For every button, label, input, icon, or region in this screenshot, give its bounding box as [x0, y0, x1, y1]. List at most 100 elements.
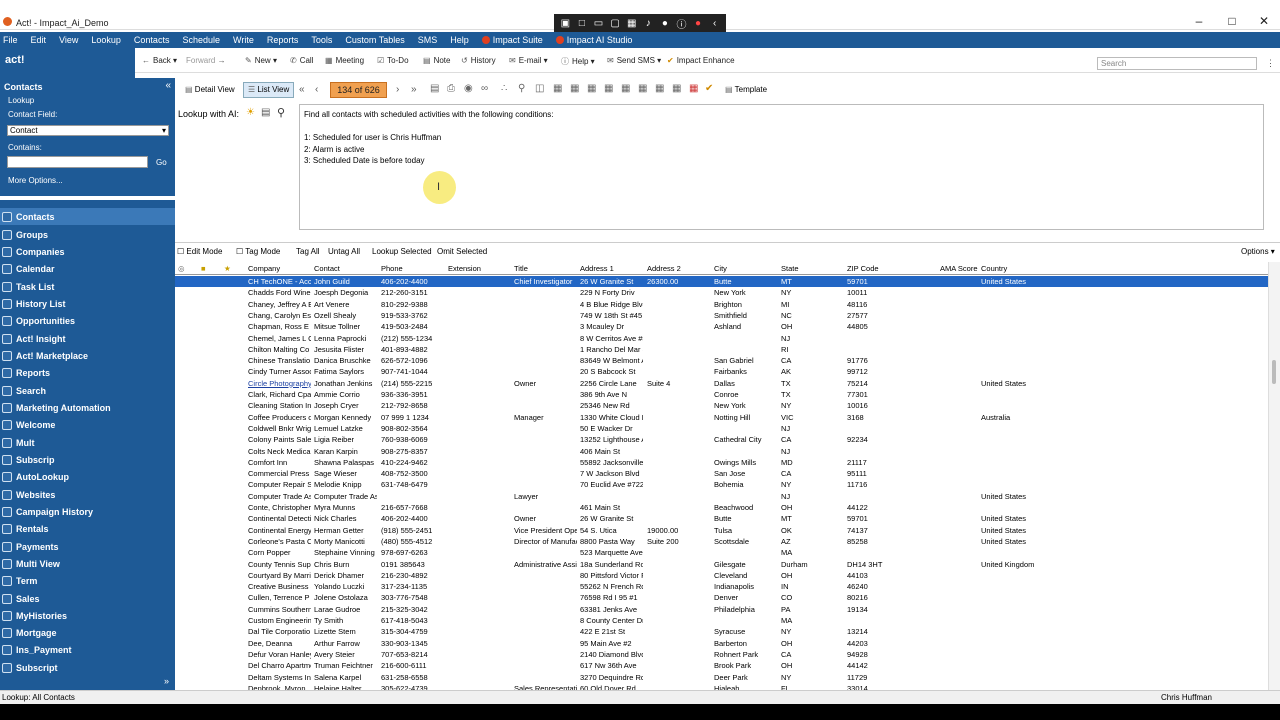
omit-selected-button[interactable]: Omit Selected	[437, 247, 487, 256]
lookup-selected-button[interactable]: Lookup Selected	[372, 247, 432, 256]
table-row[interactable]: Cindy Turner Assoc Fatima Saylors 907-741-…	[175, 366, 1268, 377]
sidebar-item-opportunities[interactable]: Opportunities	[0, 312, 175, 329]
sidebar-item-mortgage[interactable]: Mortgage	[0, 624, 175, 641]
info-icon[interactable]: ⓘ	[674, 16, 689, 31]
table-row[interactable]: Continental Energy Herman Getter (918) 555…	[175, 525, 1268, 536]
collapse-panel-icon[interactable]: «	[165, 80, 171, 91]
maximize-icon[interactable]: □	[1217, 14, 1247, 28]
table-row[interactable]: Clark, Richard Cpa Ammie Corrio 936-336-39…	[175, 389, 1268, 400]
note-button[interactable]: ▤ Note	[423, 56, 450, 65]
new-button[interactable]: ✎ New ▾	[245, 56, 277, 65]
table-row[interactable]: Cullen, Terrence P Jolene Ostolaza 303-776…	[175, 592, 1268, 603]
menu-lookup[interactable]: Lookup	[91, 35, 121, 45]
close-icon[interactable]: ✕	[1249, 14, 1279, 28]
grid-icon-2[interactable]: ▦	[570, 83, 579, 94]
grid-icon-5[interactable]: ▦	[621, 83, 630, 94]
column-header-country[interactable]: Country	[981, 264, 1007, 273]
column-header-title[interactable]: Title	[514, 264, 528, 273]
columns-icon[interactable]: ◫	[535, 83, 544, 94]
table-row[interactable]: Cleaning Station Inc Joseph Cryer 212-792-…	[175, 400, 1268, 411]
first-record-icon[interactable]: «	[299, 84, 305, 95]
grid-vertical-scrollbar[interactable]	[1268, 262, 1280, 690]
grid-icon-9[interactable]: ▦	[689, 83, 698, 94]
sidebar-item-companies[interactable]: Companies	[0, 243, 175, 260]
sidebar-item-contacts[interactable]: Contacts	[0, 208, 175, 225]
column-header-state[interactable]: State	[781, 264, 799, 273]
column-header-city[interactable]: City	[714, 264, 727, 273]
untag-all-button[interactable]: Untag All	[328, 247, 360, 256]
column-header-address-2[interactable]: Address 2	[647, 264, 681, 273]
last-record-icon[interactable]: »	[411, 84, 417, 95]
sidebar-item-ins-payment[interactable]: Ins_Payment	[0, 641, 175, 658]
sidebar-item-payments[interactable]: Payments	[0, 538, 175, 555]
sidebar-item-reports[interactable]: Reports	[0, 364, 175, 381]
camera-icon[interactable]: □	[575, 18, 590, 29]
send-sms-button[interactable]: ✉ Send SMS ▾	[607, 56, 661, 65]
stop-icon[interactable]: ●	[691, 18, 706, 29]
menu-view[interactable]: View	[59, 35, 78, 45]
table-row[interactable]: Colts Neck Medical Karan Karpin 908-275-83…	[175, 446, 1268, 457]
table-row[interactable]: Custom Engineering Ty Smith 617-418-5043 8 …	[175, 615, 1268, 626]
search-input[interactable]: Search	[1097, 57, 1257, 70]
sidebar-item-mult[interactable]: Mult	[0, 434, 175, 451]
menu-impact-suite[interactable]: Impact Suite	[481, 35, 543, 45]
link-icon[interactable]: ∞	[481, 83, 488, 94]
sidebar-item-act-insight[interactable]: Act! Insight	[0, 330, 175, 347]
grid-icon-8[interactable]: ▦	[672, 83, 681, 94]
save-icon[interactable]: ▤	[430, 83, 439, 94]
table-row[interactable]: Chemel, James L C Lenna Paprocki (212) 555…	[175, 333, 1268, 344]
sidebar-item-search[interactable]: Search	[0, 382, 175, 399]
todo-button[interactable]: ☑ To-Do	[377, 56, 409, 65]
table-row[interactable]: Conte, Christopher Myra Munns 216-657-7668…	[175, 502, 1268, 513]
sidebar-item-sales[interactable]: Sales	[0, 590, 175, 607]
tag-all-button[interactable]: Tag All	[296, 247, 320, 256]
table-row[interactable]: Denbrook, Myron Helaine Halter 305-622-473…	[175, 683, 1268, 690]
menu-contacts[interactable]: Contacts	[134, 35, 170, 45]
menu-custom-tables[interactable]: Custom Tables	[345, 35, 404, 45]
window-capture-icon[interactable]: ▣	[558, 18, 573, 29]
edit-mode-checkbox[interactable]: ☐	[177, 247, 184, 256]
table-row[interactable]: Chinese Translatio Danica Bruschke 626-572…	[175, 355, 1268, 366]
frame-icon[interactable]: ▦	[624, 18, 639, 29]
grid-icon-4[interactable]: ▦	[604, 83, 613, 94]
go-button[interactable]: Go	[156, 158, 167, 167]
table-row[interactable]: Computer Repair S Melodie Knipp 631-748-64…	[175, 479, 1268, 490]
grid-icon-6[interactable]: ▦	[638, 83, 647, 94]
grid-icon-1[interactable]: ▦	[553, 83, 562, 94]
table-row[interactable]: Creative Business S Yolando Luczki 317-234…	[175, 581, 1268, 592]
menu-reports[interactable]: Reports	[267, 35, 299, 45]
table-row[interactable]: Dee, Deanna Arthur Farrow 330-903-1345 95 M…	[175, 638, 1268, 649]
impact-enhance-button[interactable]: ✔ Impact Enhance	[667, 56, 735, 65]
table-row[interactable]: Chadds Ford Winer Joesph Degonia 212-260-3…	[175, 287, 1268, 298]
impact-check-icon[interactable]: ✔	[705, 83, 713, 94]
table-row[interactable]: Chapman, Ross E E Mitsue Tollner 419-503-2…	[175, 321, 1268, 332]
next-record-icon[interactable]: ›	[396, 84, 399, 95]
column-header-ama-score[interactable]: AMA Score	[940, 264, 978, 273]
table-row[interactable]: Deltam Systems Inc Salena Karpel 631-258-6…	[175, 672, 1268, 683]
sidebar-item-myhistories[interactable]: MyHistories	[0, 607, 175, 624]
edit-mode-toggle[interactable]: ☐ Edit Mode	[177, 247, 222, 256]
table-row[interactable]: Corn Popper Stephaine Vinning 978-697-6263…	[175, 547, 1268, 558]
scroll-thumb[interactable]	[1272, 360, 1276, 384]
table-row[interactable]: Del Charro Apartme Truman Feichtner 216-60…	[175, 660, 1268, 671]
detail-view-tab[interactable]: ▤ Detail View	[185, 85, 235, 94]
column-header-extension[interactable]: Extension	[448, 264, 481, 273]
sidebar-item-subscript[interactable]: Subscript	[0, 659, 175, 676]
sidebar-item-welcome[interactable]: Welcome	[0, 416, 175, 433]
audio-icon[interactable]: ♪	[641, 18, 656, 29]
options-menu[interactable]: Options ▾	[1241, 247, 1275, 256]
menu-edit[interactable]: Edit	[31, 35, 47, 45]
sidebar-item-rentals[interactable]: Rentals	[0, 520, 175, 537]
tag-mode-toggle[interactable]: ☐ Tag Mode	[236, 247, 280, 256]
select-all-icon[interactable]: ◎	[178, 264, 185, 273]
contains-input[interactable]	[7, 156, 148, 168]
contact-field-select[interactable]: Contact ▾	[7, 125, 169, 136]
list-view-tab[interactable]: ☰ List View	[243, 82, 295, 98]
ai-query-textarea[interactable]: Find all contacts with scheduled activit…	[299, 104, 1264, 230]
table-row[interactable]: CH TechONE - Acc John Guild 406-202-4400 Ch…	[175, 276, 1268, 287]
globe-icon[interactable]: ◉	[464, 83, 473, 94]
call-button[interactable]: ✆ Call	[290, 56, 313, 65]
menu-tools[interactable]: Tools	[311, 35, 332, 45]
lookup-link[interactable]: Lookup	[8, 96, 34, 105]
sidebar-item-act-marketplace[interactable]: Act! Marketplace	[0, 347, 175, 364]
